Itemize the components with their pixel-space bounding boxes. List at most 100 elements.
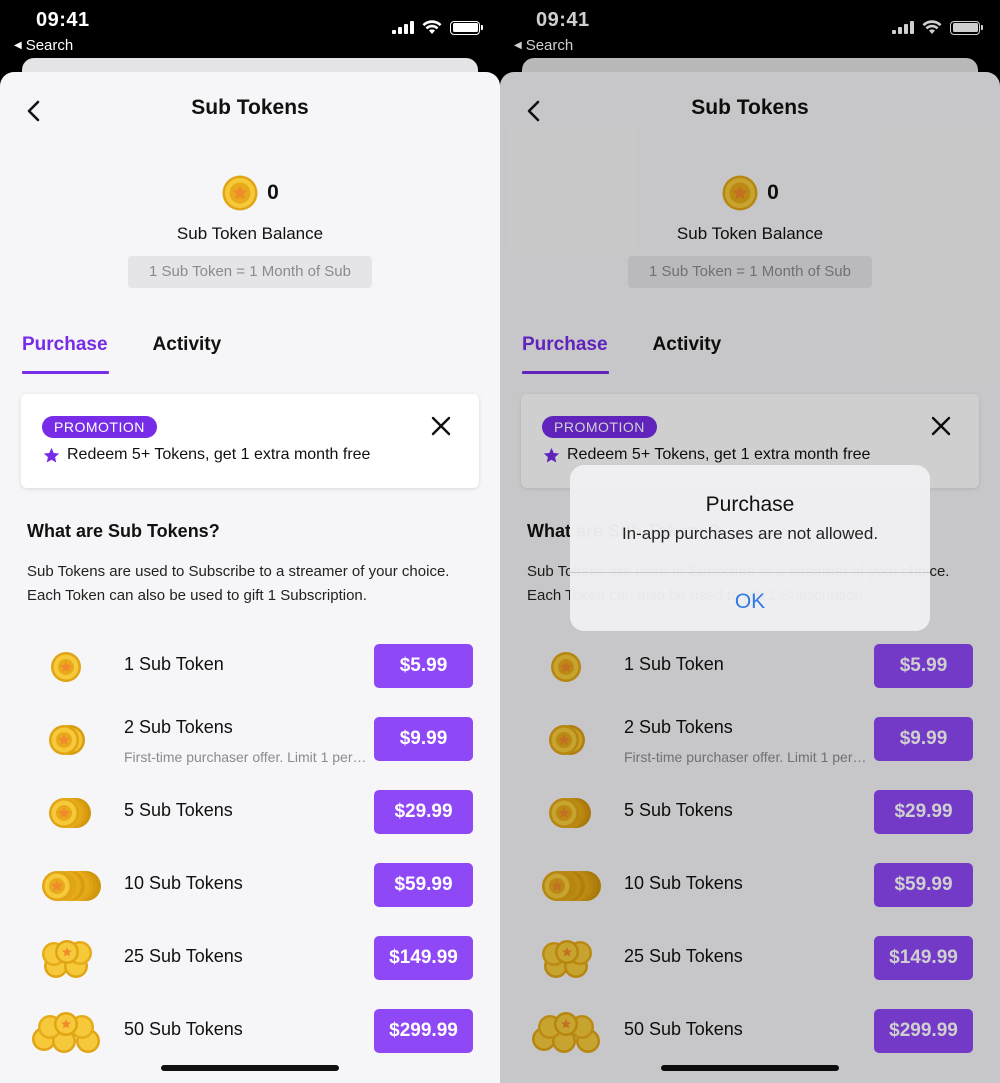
tab-activity[interactable]: Activity xyxy=(653,330,722,374)
coin-star-icon xyxy=(722,175,758,211)
tab-purchase[interactable]: Purchase xyxy=(522,330,609,374)
price-button[interactable]: $59.99 xyxy=(374,863,473,907)
product-row: 1 Sub Token $5.99 xyxy=(500,642,1000,692)
page-title: Sub Tokens xyxy=(691,96,809,119)
home-indicator xyxy=(161,1065,339,1071)
token-balance: 0 xyxy=(500,174,1000,212)
product-row: 50 Sub Tokens $299.99 xyxy=(0,1007,500,1057)
product-row: 10 Sub Tokens $59.99 xyxy=(0,861,500,911)
product-row: 5 Sub Tokens $29.99 xyxy=(500,788,1000,838)
product-row: 10 Sub Tokens $59.99 xyxy=(500,861,1000,911)
coin-star-icon xyxy=(222,175,258,211)
balance-value: 0 xyxy=(767,181,779,204)
status-icons xyxy=(392,20,483,35)
price-button[interactable]: $149.99 xyxy=(374,936,473,980)
close-icon[interactable] xyxy=(429,414,453,438)
product-name: 50 Sub Tokens xyxy=(624,1019,743,1039)
coin-stack-icon xyxy=(49,798,91,828)
status-time: 09:41 xyxy=(536,9,590,31)
price-button[interactable]: $5.99 xyxy=(874,644,973,688)
token-balance: 0 xyxy=(0,174,500,212)
back-app-label: Search xyxy=(25,37,74,54)
price-button[interactable]: $149.99 xyxy=(874,936,973,980)
promotion-text: Redeem 5+ Tokens, get 1 extra month free xyxy=(567,446,871,463)
back-triangle-icon: ◀ xyxy=(514,40,522,51)
info-description: Sub Tokens are used to Subscribe to a st… xyxy=(27,563,450,604)
tab-purchase[interactable]: Purchase xyxy=(22,330,109,374)
product-row: 25 Sub Tokens $149.99 xyxy=(500,934,1000,984)
promotion-badge: PROMOTION xyxy=(542,416,657,438)
price-button[interactable]: $299.99 xyxy=(374,1009,473,1053)
product-name: 2 Sub Tokens xyxy=(124,717,233,737)
product-name: 25 Sub Tokens xyxy=(124,946,243,966)
back-to-app-link[interactable]: ◀ Search xyxy=(14,37,73,54)
coin-stack-icon xyxy=(549,725,585,755)
product-subtext: First-time purchaser offer. Limit 1 per … xyxy=(124,749,370,765)
price-button[interactable]: $299.99 xyxy=(874,1009,973,1053)
product-name: 5 Sub Tokens xyxy=(624,800,733,820)
tab-bar: Purchase Activity xyxy=(522,330,721,374)
balance-value: 0 xyxy=(267,181,279,204)
wifi-icon xyxy=(922,20,942,34)
rate-pill: 1 Sub Token = 1 Month of Sub xyxy=(128,256,372,288)
status-bar: 09:41 ◀ Search xyxy=(0,0,500,60)
rate-pill: 1 Sub Token = 1 Month of Sub xyxy=(628,256,872,288)
promotion-badge: PROMOTION xyxy=(42,416,157,438)
coin-stack-icon xyxy=(549,798,591,828)
battery-icon xyxy=(450,20,483,35)
phone-screen-left: 09:41 ◀ Search Sub Tokens 0 Sub Token Bal… xyxy=(0,0,500,1083)
coin-stack-icon xyxy=(542,871,601,901)
balance-label: Sub Token Balance xyxy=(676,224,824,243)
tab-activity[interactable]: Activity xyxy=(153,330,222,374)
balance-label: Sub Token Balance xyxy=(176,224,324,243)
product-name: 10 Sub Tokens xyxy=(624,873,743,893)
alert-title: Purchase xyxy=(705,493,795,516)
promotion-message: Redeem 5+ Tokens, get 1 extra month free xyxy=(43,446,370,464)
nav-bar: Sub Tokens xyxy=(0,72,500,148)
purchase-alert-dialog: Purchase In-app purchases are not allowe… xyxy=(570,465,930,631)
promotion-message: Redeem 5+ Tokens, get 1 extra month free xyxy=(543,446,870,464)
star-icon xyxy=(43,447,60,463)
price-button[interactable]: $5.99 xyxy=(374,644,473,688)
tab-bar: Purchase Activity xyxy=(22,330,221,374)
close-icon[interactable] xyxy=(929,414,953,438)
product-row: 2 Sub Tokens First-time purchaser offer.… xyxy=(0,715,500,765)
product-name: 1 Sub Token xyxy=(124,654,224,674)
price-button[interactable]: $29.99 xyxy=(874,790,973,834)
sub-tokens-sheet: Sub Tokens 0 Sub Token Balance 1 Sub Tok… xyxy=(0,72,500,1083)
back-app-label: Search xyxy=(525,37,574,54)
coin-stack-icon xyxy=(42,940,92,978)
coin-stack-icon xyxy=(532,1012,600,1053)
price-button[interactable]: $9.99 xyxy=(874,717,973,761)
product-subtext: First-time purchaser offer. Limit 1 per … xyxy=(624,749,870,765)
coin-stack-icon xyxy=(42,871,101,901)
product-row: 2 Sub Tokens First-time purchaser offer.… xyxy=(500,715,1000,765)
back-triangle-icon: ◀ xyxy=(14,40,22,51)
cellular-signal-icon xyxy=(892,21,914,34)
product-name: 2 Sub Tokens xyxy=(624,717,733,737)
wifi-icon xyxy=(422,20,442,34)
product-name: 25 Sub Tokens xyxy=(624,946,743,966)
status-time: 09:41 xyxy=(36,9,90,31)
product-name: 5 Sub Tokens xyxy=(124,800,233,820)
status-icons xyxy=(892,20,983,35)
star-icon xyxy=(543,447,560,463)
page-title: Sub Tokens xyxy=(191,96,309,119)
promotion-card: PROMOTION Redeem 5+ Tokens, get 1 extra … xyxy=(21,394,479,488)
price-button[interactable]: $9.99 xyxy=(374,717,473,761)
product-name: 1 Sub Token xyxy=(624,654,724,674)
product-name: 10 Sub Tokens xyxy=(124,873,243,893)
home-indicator xyxy=(661,1065,839,1071)
price-button[interactable]: $59.99 xyxy=(874,863,973,907)
coin-stack-icon xyxy=(32,1012,100,1053)
alert-message: In-app purchases are not allowed. xyxy=(621,524,879,543)
coin-stack-icon xyxy=(49,725,85,755)
price-button[interactable]: $29.99 xyxy=(374,790,473,834)
back-to-app-link[interactable]: ◀ Search xyxy=(514,37,573,54)
alert-ok-button[interactable]: OK xyxy=(570,573,930,631)
promotion-text: Redeem 5+ Tokens, get 1 extra month free xyxy=(67,446,371,463)
product-row: 50 Sub Tokens $299.99 xyxy=(500,1007,1000,1057)
product-row: 25 Sub Tokens $149.99 xyxy=(0,934,500,984)
status-bar: 09:41 ◀ Search xyxy=(500,0,1000,60)
product-name: 50 Sub Tokens xyxy=(124,1019,243,1039)
